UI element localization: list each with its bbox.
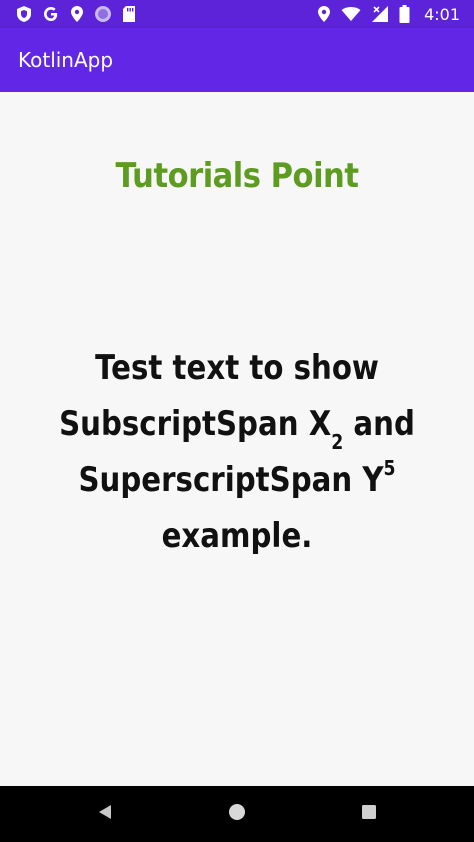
signal-no-data-icon — [371, 5, 389, 23]
navigation-bar — [0, 786, 474, 842]
sd-card-icon — [122, 5, 136, 23]
recents-button[interactable] — [303, 786, 435, 842]
text-line-3: SuperscriptSpan Y5 — [50, 452, 423, 508]
subscript-prefix: SubscriptSpan X — [59, 404, 332, 444]
battery-icon — [399, 5, 410, 23]
google-g-icon — [42, 5, 60, 23]
subscript-span: 2 — [331, 430, 344, 454]
subscript-suffix: and — [343, 404, 415, 444]
text-line-1: Test text to show — [95, 348, 379, 388]
text-line-4: example. — [161, 516, 313, 556]
circle-app-icon — [94, 5, 112, 23]
main-content: Tutorials Point Test text to show Subscr… — [0, 92, 474, 786]
superscript-prefix: SuperscriptSpan Y — [78, 460, 384, 500]
heading-text: Tutorials Point — [115, 156, 359, 196]
back-button[interactable] — [39, 786, 171, 842]
location-pin-icon — [317, 5, 331, 23]
home-button[interactable] — [171, 786, 303, 842]
app-title: KotlinApp — [18, 48, 114, 72]
wifi-icon — [341, 6, 361, 22]
status-bar-right-icons: 4:01 — [317, 5, 460, 24]
recents-icon — [361, 804, 377, 824]
location-pin-icon — [70, 5, 84, 23]
span-example-text: Test text to show SubscriptSpan X2 and S… — [50, 340, 423, 564]
home-icon — [228, 803, 246, 825]
app-bar: KotlinApp — [0, 28, 474, 92]
back-icon — [97, 803, 113, 825]
superscript-span: 5 — [383, 456, 396, 480]
text-line-2: SubscriptSpan X2 and — [50, 396, 423, 452]
status-bar: 4:01 — [0, 0, 474, 28]
status-bar-left-icons — [16, 5, 136, 23]
status-time: 4:01 — [424, 4, 460, 24]
shield-icon — [16, 5, 32, 23]
